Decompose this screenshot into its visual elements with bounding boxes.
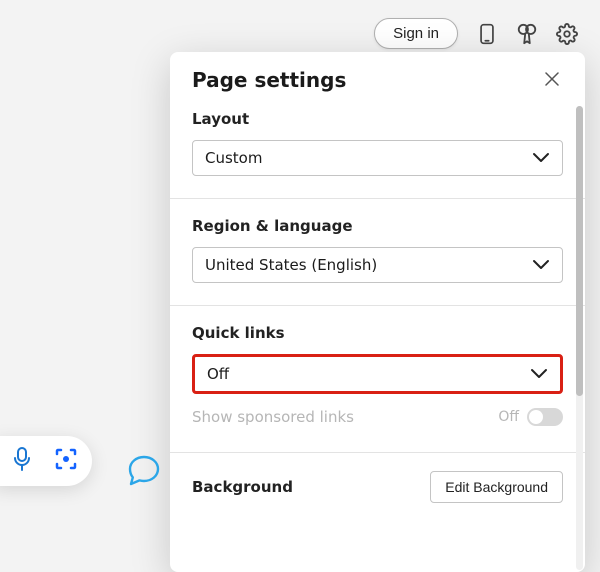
chat-icon[interactable] [124,450,164,490]
section-layout: Layout Custom [170,92,585,199]
quicklinks-label: Quick links [192,324,563,342]
region-select[interactable]: United States (English) [192,247,563,283]
background-label: Background [192,478,293,496]
sponsored-links-row: Show sponsored links Off [192,394,563,430]
sign-in-button[interactable]: Sign in [374,18,458,49]
layout-label: Layout [192,110,563,128]
layout-select-value: Custom [205,149,262,167]
sponsored-links-right: Off [498,408,563,426]
lens-icon[interactable] [54,447,78,475]
edit-background-button[interactable]: Edit Background [430,471,563,503]
sponsored-links-label: Show sponsored links [192,408,354,426]
region-label: Region & language [192,217,563,235]
page-settings-panel: Page settings Layout Custom Region & lan… [170,52,585,572]
rewards-icon[interactable] [516,23,538,45]
sponsored-links-toggle[interactable] [527,408,563,426]
scrollbar-thumb[interactable] [576,106,583,396]
panel-header: Page settings [170,52,585,92]
chevron-down-icon [530,365,548,383]
section-quicklinks: Quick links Off Show sponsored links Off [170,306,585,453]
edit-background-label: Edit Background [445,479,548,495]
quicklinks-select-value: Off [207,365,229,383]
panel-title: Page settings [192,68,346,92]
gear-icon[interactable] [556,23,578,45]
close-button[interactable] [541,68,563,90]
quicklinks-select[interactable]: Off [192,354,563,394]
section-region: Region & language United States (English… [170,199,585,306]
mobile-icon[interactable] [476,23,498,45]
search-pill [0,436,92,486]
panel-body: Layout Custom Region & language United S… [170,92,585,572]
microphone-icon[interactable] [12,446,32,476]
sign-in-label: Sign in [393,25,439,42]
top-toolbar: Sign in [374,18,578,49]
chevron-down-icon [532,256,550,274]
section-background: Background Edit Background [170,453,585,503]
layout-select[interactable]: Custom [192,140,563,176]
sponsored-links-state: Off [498,409,519,425]
chevron-down-icon [532,149,550,167]
close-icon [545,72,559,86]
region-select-value: United States (English) [205,256,377,274]
